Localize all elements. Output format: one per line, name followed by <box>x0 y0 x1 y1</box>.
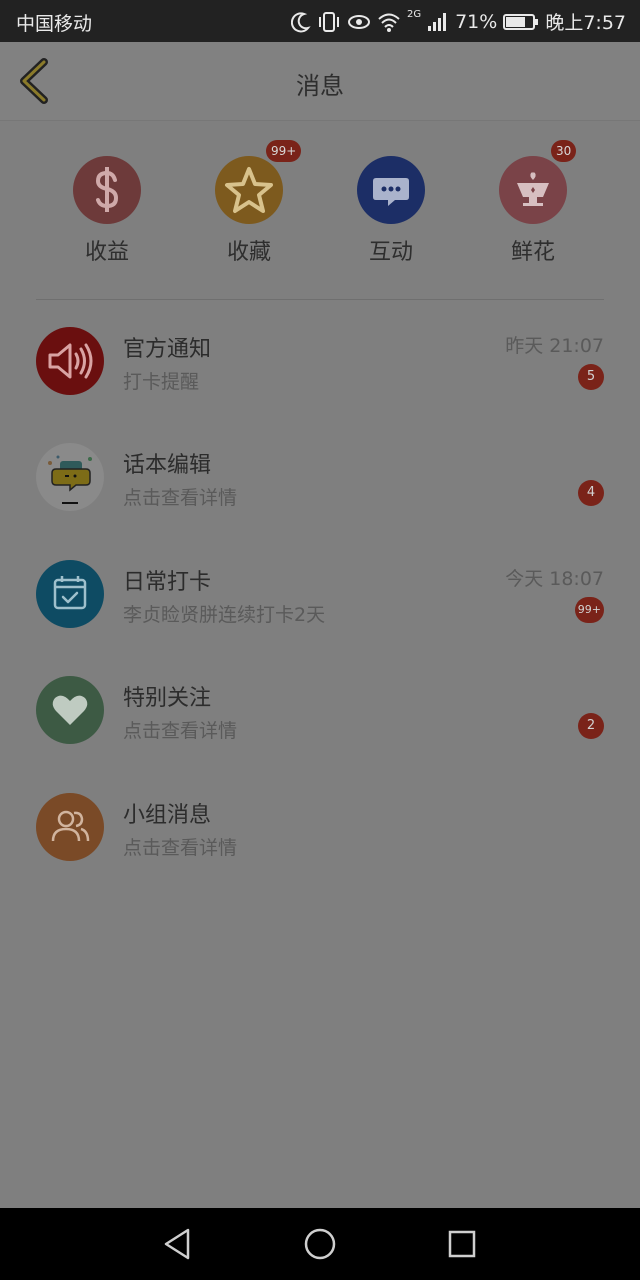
eye-icon <box>347 14 370 29</box>
nav-recents-button[interactable] <box>444 1226 480 1262</box>
unread-badge: 4 <box>578 480 604 506</box>
message-title: 日常打卡 <box>123 570 212 595</box>
message-subtitle: 点击查看详情 <box>123 837 238 859</box>
unread-badge: 2 <box>578 713 604 739</box>
editor-avatar <box>36 443 104 511</box>
editor-chat-icon <box>48 455 92 504</box>
vibrate-icon <box>318 11 339 32</box>
flower-bowl-icon <box>517 172 549 206</box>
quick-action-interaction[interactable]: 互动 <box>336 150 446 270</box>
official-avatar <box>36 327 104 395</box>
carrier-label: 中国移动 <box>16 13 93 35</box>
group-avatar <box>36 793 104 861</box>
message-time: 昨天 21:07 <box>505 335 604 357</box>
chat-bubble-icon <box>373 178 409 206</box>
system-nav-bar <box>0 1208 640 1280</box>
checkin-avatar <box>36 560 104 628</box>
network-type-label: 2G <box>406 9 422 20</box>
wifi-icon <box>378 13 400 32</box>
quick-label: 收益 <box>84 240 129 265</box>
message-title: 话本编辑 <box>123 453 212 478</box>
quick-action-flowers[interactable]: 30 鲜花 <box>478 140 588 270</box>
message-subtitle: 点击查看详情 <box>123 720 238 742</box>
favorites-circle <box>215 156 283 224</box>
unread-badge: 99+ <box>574 597 604 623</box>
message-subtitle: 点击查看详情 <box>123 487 238 509</box>
message-item-special-follow[interactable]: 特别关注 点击查看详情 2 <box>0 676 640 786</box>
quick-label: 收藏 <box>226 240 271 265</box>
message-item-official[interactable]: 官方通知 打卡提醒 昨天 21:07 5 <box>0 327 640 437</box>
status-bar: 中国移动 2G 71% 晚上7:57 <box>0 0 640 42</box>
message-subtitle: 打卡提醒 <box>123 371 200 393</box>
unread-badge: 5 <box>578 364 604 390</box>
dollar-icon <box>95 167 119 212</box>
message-title: 官方通知 <box>123 337 212 362</box>
circle-home-icon <box>304 1228 336 1260</box>
interaction-circle <box>357 156 425 224</box>
square-recents-icon <box>448 1230 476 1258</box>
message-item-group[interactable]: 小组消息 点击查看详情 <box>0 793 640 903</box>
quick-label: 互动 <box>368 240 413 265</box>
header: 消息 <box>0 42 640 121</box>
message-subtitle: 李贞睑贤胼连续打卡2天 <box>123 604 326 626</box>
income-circle <box>73 156 141 224</box>
signal-icon <box>428 12 447 31</box>
speaker-icon <box>48 343 93 379</box>
message-title: 小组消息 <box>123 803 212 828</box>
triangle-back-icon <box>164 1228 190 1260</box>
favorites-badge: 99+ <box>266 140 302 162</box>
divider <box>36 299 604 300</box>
nav-home-button[interactable] <box>302 1226 338 1262</box>
page-title: 消息 <box>296 72 344 100</box>
quick-action-favorites[interactable]: 99+ 收藏 <box>194 140 304 270</box>
calendar-check-icon <box>53 576 87 610</box>
battery-percent: 71% <box>455 10 498 33</box>
status-icons: 2G 71% 晚上7:57 <box>290 8 626 35</box>
battery-icon <box>503 13 539 30</box>
moon-icon <box>290 11 311 32</box>
nav-back-button[interactable] <box>160 1226 196 1262</box>
quick-actions: 收益 99+ 收藏 互动 30 鲜花 <box>0 140 640 270</box>
quick-label: 鲜花 <box>510 240 555 265</box>
flowers-circle <box>499 156 567 224</box>
special-follow-avatar <box>36 676 104 744</box>
quick-action-income[interactable]: 收益 <box>52 150 162 270</box>
message-item-editor[interactable]: 话本编辑 点击查看详情 4 <box>0 443 640 553</box>
message-item-checkin[interactable]: 日常打卡 李贞睑贤胼连续打卡2天 今天 18:07 99+ <box>0 560 640 670</box>
flowers-badge: 30 <box>551 140 577 162</box>
group-icon <box>51 810 90 842</box>
clock: 晚上7:57 <box>545 12 626 34</box>
message-title: 特别关注 <box>123 686 212 711</box>
star-icon <box>225 167 273 213</box>
message-time: 今天 18:07 <box>505 568 604 590</box>
heart-icon <box>52 695 88 725</box>
